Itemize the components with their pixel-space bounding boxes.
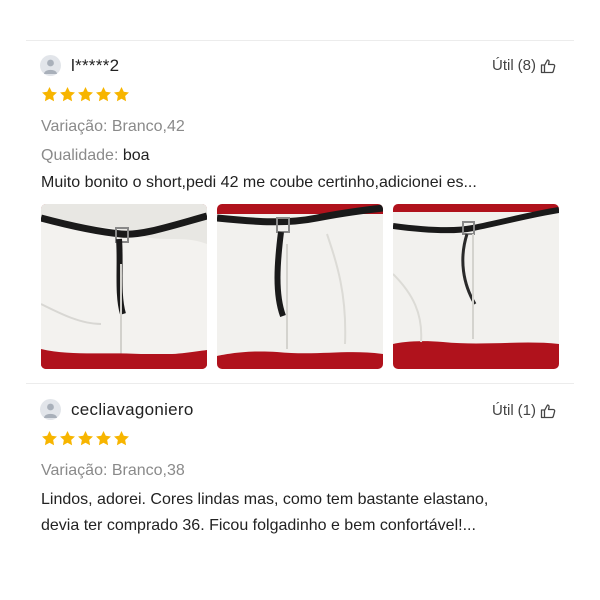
- helpful-count: (1): [517, 402, 536, 419]
- review-photo[interactable]: [393, 204, 559, 369]
- reviewer-row: cecliavagoniero: [40, 399, 194, 420]
- review-photos: [41, 204, 569, 369]
- variation-line: Variação: Branco,38: [41, 462, 185, 480]
- reviewer-name: cecliavagoniero: [71, 399, 194, 419]
- star-icon: [60, 431, 75, 446]
- review-photo[interactable]: [217, 204, 383, 369]
- star-icon: [114, 87, 129, 102]
- review-text-line[interactable]: Lindos, adorei. Cores lindas mas, como t…: [41, 491, 488, 509]
- quality-label: Qualidade:: [41, 147, 119, 164]
- avatar: [40, 55, 61, 76]
- white-shorts-photo-1: [41, 204, 207, 369]
- reviewer-row: l*****2: [40, 55, 119, 76]
- star-icon: [96, 87, 111, 102]
- star-icon: [42, 431, 57, 446]
- helpful-button[interactable]: Útil (8): [492, 57, 556, 74]
- avatar: [40, 399, 61, 420]
- white-shorts-photo-2: [217, 204, 383, 369]
- variation-label: Variação:: [41, 462, 108, 479]
- star-icon: [96, 431, 111, 446]
- review-card: cecliavagoniero Útil (1) Variação: Branc…: [26, 383, 574, 563]
- star-icon: [78, 431, 93, 446]
- user-icon: [44, 403, 57, 418]
- reviewer-name: l*****2: [71, 55, 120, 75]
- helpful-count: (8): [517, 57, 536, 74]
- variation-value: Branco,38: [111, 462, 185, 479]
- star-icon: [60, 87, 75, 102]
- star-icon: [78, 87, 93, 102]
- review-text[interactable]: Muito bonito o short,pedi 42 me coube ce…: [41, 174, 477, 192]
- thumbs-up-icon: [540, 403, 556, 418]
- star-rating: [41, 430, 131, 447]
- review-text-line[interactable]: devia ter comprado 36. Ficou folgadinho …: [41, 517, 476, 535]
- quality-value: boa: [122, 147, 150, 164]
- quality-line: Qualidade: boa: [41, 147, 150, 165]
- star-icon: [42, 87, 57, 102]
- thumbs-up-icon: [540, 58, 556, 73]
- variation-label: Variação:: [41, 118, 108, 135]
- star-rating: [41, 86, 131, 103]
- user-icon: [44, 59, 57, 74]
- helpful-label: Útil: [491, 402, 514, 419]
- variation-line: Variação: Branco,42: [41, 118, 185, 136]
- helpful-button[interactable]: Útil (1): [492, 402, 556, 419]
- helpful-label: Útil: [491, 57, 514, 74]
- white-shorts-photo-3: [393, 204, 559, 369]
- star-icon: [114, 431, 129, 446]
- variation-value: Branco,42: [111, 118, 185, 135]
- review-photo[interactable]: [41, 204, 207, 369]
- review-card: l*****2 Útil (8) Variação: Branco,42 Qua…: [26, 40, 574, 385]
